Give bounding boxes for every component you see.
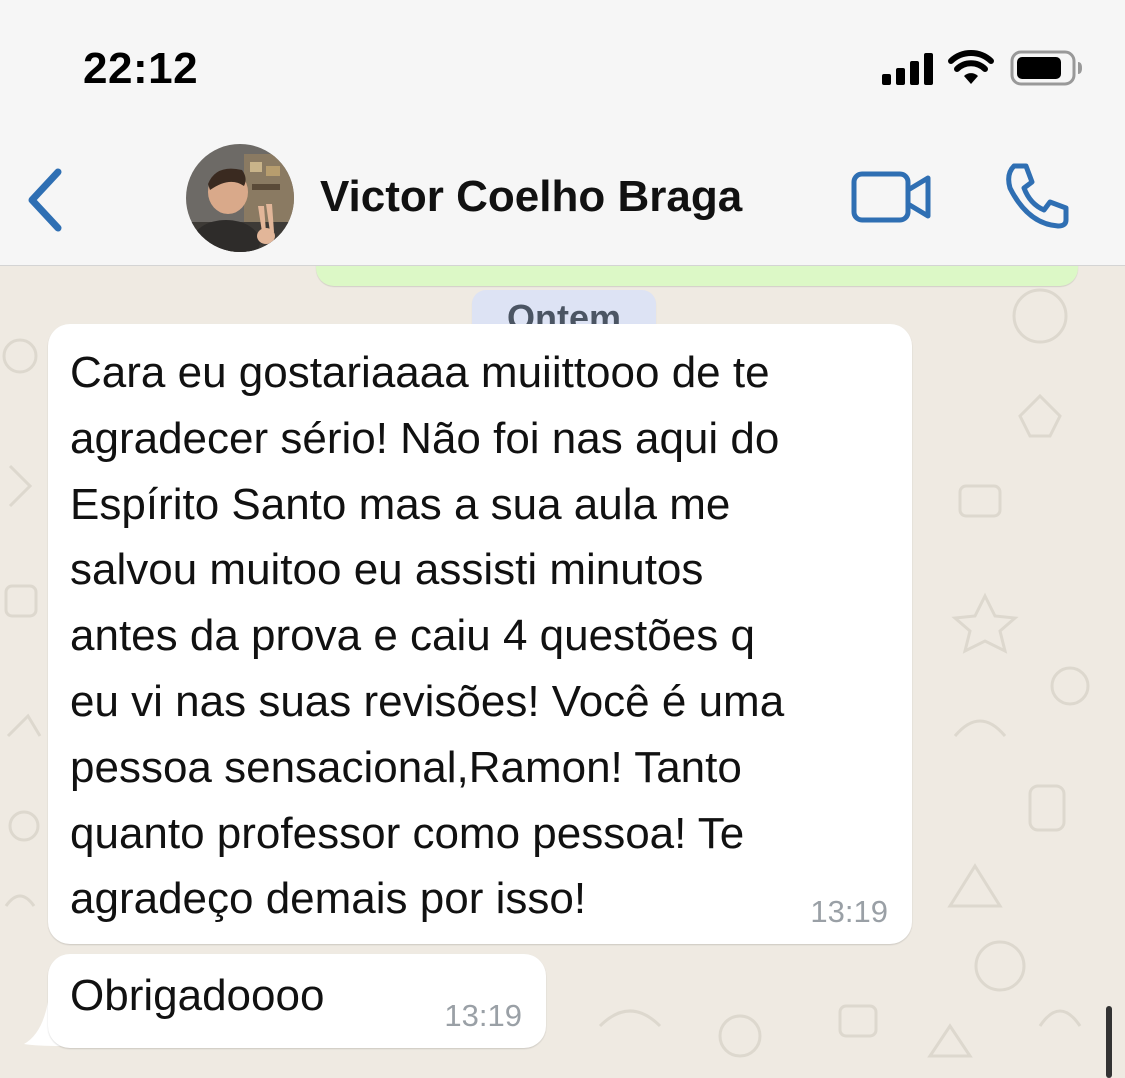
status-clock: 22:12 bbox=[83, 44, 199, 93]
battery-icon bbox=[1010, 50, 1082, 86]
status-bar: 22:12 bbox=[0, 0, 1125, 130]
video-camera-icon bbox=[851, 171, 931, 223]
cellular-signal-icon bbox=[882, 53, 933, 85]
message-text: Cara eu gostariaaaa muiittooo de te agra… bbox=[70, 348, 785, 924]
avatar[interactable] bbox=[186, 144, 294, 252]
voice-call-button[interactable] bbox=[1000, 160, 1072, 232]
chat-header: Victor Coelho Braga bbox=[0, 130, 1125, 266]
scroll-indicator[interactable] bbox=[1106, 1006, 1112, 1078]
contact-name[interactable]: Victor Coelho Braga bbox=[320, 172, 742, 222]
message-timestamp: 13:19 bbox=[810, 894, 888, 929]
message-timestamp: 13:19 bbox=[444, 998, 522, 1033]
outgoing-message-bubble-partial bbox=[316, 266, 1078, 286]
chat-area[interactable]: Ontem Cara eu gostariaaaa muiittooo de t… bbox=[0, 266, 1125, 1078]
incoming-message-bubble[interactable]: Obrigadoooo 13:19 bbox=[48, 954, 546, 1048]
back-button[interactable] bbox=[20, 164, 72, 234]
incoming-message-bubble[interactable]: Cara eu gostariaaaa muiittooo de te agra… bbox=[48, 324, 912, 944]
message-text: Obrigadoooo bbox=[70, 971, 325, 1020]
chevron-left-icon bbox=[28, 168, 62, 232]
phone-icon bbox=[1006, 163, 1069, 229]
contact-avatar-photo bbox=[186, 144, 294, 252]
video-call-button[interactable] bbox=[850, 168, 934, 226]
wifi-icon bbox=[948, 50, 994, 84]
